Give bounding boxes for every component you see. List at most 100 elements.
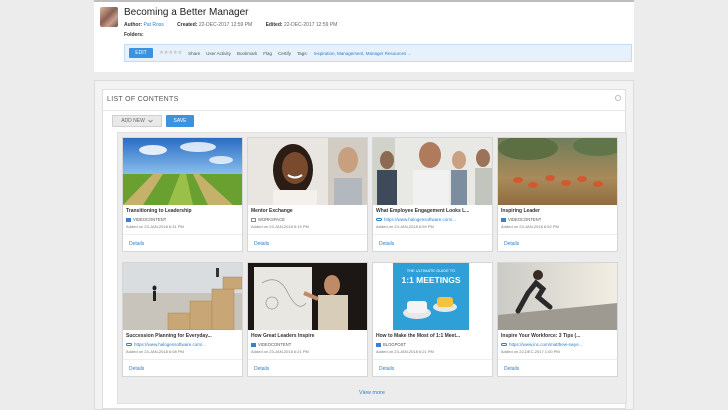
rating-stars[interactable]: ★★★★★ — [159, 50, 182, 56]
link-icon — [126, 343, 132, 346]
list-title: LIST OF CONTENTS — [107, 96, 179, 103]
content-tile[interactable]: Inspire Your Workforce: 3 Tips (... http… — [497, 262, 618, 377]
tile-thumbnail-stairs-boxes[interactable] — [123, 263, 242, 330]
view-more-link[interactable]: View more — [118, 390, 626, 396]
tile-url[interactable]: https://www.halogensoftware.com/... — [384, 217, 456, 222]
tile-divider — [248, 359, 367, 360]
tile-type[interactable]: https://www.inc.com/matthew-swye... — [501, 342, 583, 347]
content-tile[interactable]: Transitioning to Leadership VIDEOCONTENT… — [122, 137, 243, 252]
flag-link[interactable]: Flag — [263, 51, 272, 56]
tile-date: Added on 23-JAN-2018 6:21 PM — [376, 349, 434, 354]
user-activity-link[interactable]: User Activity — [206, 51, 231, 56]
bookmark-link[interactable]: Bookmark — [237, 51, 257, 56]
video-icon — [251, 342, 256, 347]
content-tile[interactable]: Mentor Exchange WORKSPACE Added on 23-JA… — [247, 137, 368, 252]
tile-title[interactable]: Succession Planning for Everyday... — [126, 333, 241, 339]
tile-date: Added on 23-JAN-2018 6:52 PM — [501, 224, 559, 229]
add-new-dropdown[interactable]: ADD NEW — [112, 115, 162, 127]
tile-type: VIDEOCONTENT — [501, 217, 541, 222]
tile-thumbnail-meetings-guide[interactable]: THE ULTIMATE GUIDE TO 1:1 MEETINGS — [373, 263, 492, 330]
link-icon — [501, 343, 507, 346]
created-label: Created: — [177, 22, 198, 28]
tags-label: Tags: — [296, 50, 308, 56]
tile-type[interactable]: https://www.halogensoftware.com/... — [126, 342, 206, 347]
tile-title[interactable]: Inspire Your Workforce: 3 Tips (... — [501, 333, 616, 339]
video-icon — [501, 217, 506, 222]
guide-top-text: THE ULTIMATE GUIDE TO — [407, 268, 456, 273]
author-label: Author: — [124, 22, 143, 28]
details-link[interactable]: Details — [379, 366, 394, 372]
page-title: Becoming a Better Manager — [124, 7, 249, 18]
tile-url[interactable]: https://www.halogensoftware.com/... — [134, 342, 206, 347]
tile-thumbnail-flamingos[interactable] — [498, 138, 617, 205]
tile-type: BLOGPOST — [376, 342, 406, 347]
save-button[interactable]: SAVE — [166, 115, 194, 127]
tile-type: VIDEOCONTENT — [126, 217, 166, 222]
blog-icon — [376, 342, 381, 347]
content-tile[interactable]: What Employee Engagement Looks L... http… — [372, 137, 493, 252]
tile-type: VIDEOCONTENT — [251, 342, 291, 347]
content-tile[interactable]: Inspiring Leader VIDEOCONTENT Added on 2… — [497, 137, 618, 252]
resource-meta: Author: Pat Ross Created: 22-DEC-2017 12… — [124, 22, 349, 28]
tile-title[interactable]: Inspiring Leader — [501, 208, 616, 214]
details-link[interactable]: Details — [129, 366, 144, 372]
tile-thumbnail-office-team[interactable] — [373, 138, 492, 205]
tile-url[interactable]: https://www.inc.com/matthew-swye... — [509, 342, 583, 347]
tile-thumbnail-presenter[interactable] — [248, 263, 367, 330]
tile-divider — [123, 234, 242, 235]
tile-type-label: VIDEOCONTENT — [508, 217, 542, 222]
settings-gear-icon[interactable] — [615, 95, 621, 101]
details-link[interactable]: Details — [254, 241, 269, 247]
chevron-down-icon — [148, 119, 153, 123]
tile-title[interactable]: How Great Leaders Inspire — [251, 333, 366, 339]
video-icon — [126, 217, 131, 222]
content-tile[interactable]: How Great Leaders Inspire VIDEOCONTENT A… — [247, 262, 368, 377]
tile-date: Added on 23-JAN-2018 6:08 PM — [126, 349, 184, 354]
author-link[interactable]: Pat Ross — [143, 22, 163, 28]
list-of-contents-card: LIST OF CONTENTS ADD NEW SAVE Transition… — [94, 80, 634, 410]
created-value: 22-DEC-2017 12:59 PM — [198, 22, 253, 28]
details-link[interactable]: Details — [504, 241, 519, 247]
tile-title[interactable]: Transitioning to Leadership — [126, 208, 241, 214]
divider — [103, 110, 625, 111]
tile-title[interactable]: How to Make the Most of 1:1 Meet... — [376, 333, 491, 339]
details-link[interactable]: Details — [379, 241, 394, 247]
tile-type-label: WORKSPACE — [258, 217, 285, 222]
details-link[interactable]: Details — [504, 366, 519, 372]
workspace-icon — [251, 217, 256, 222]
share-link[interactable]: Share — [188, 51, 200, 56]
tile-divider — [123, 359, 242, 360]
edit-button[interactable]: EDIT — [129, 48, 153, 58]
tile-type[interactable]: https://www.halogensoftware.com/... — [376, 217, 456, 222]
tile-divider — [498, 359, 617, 360]
tags-list[interactable]: Inspiration, Management, Manager Resourc… — [314, 51, 412, 56]
add-new-label: ADD NEW — [121, 118, 145, 124]
guide-big-text: 1:1 MEETINGS — [401, 275, 460, 285]
tile-type-label: VIDEOCONTENT — [133, 217, 167, 222]
content-tile[interactable]: THE ULTIMATE GUIDE TO 1:1 MEETINGS How t… — [372, 262, 493, 377]
edited-label: Edited: — [265, 22, 283, 28]
tile-date: Added on 22-DEC-2017 1:00 PM — [501, 349, 560, 354]
tile-date: Added on 23-JAN-2018 6:21 PM — [251, 349, 309, 354]
content-tile[interactable]: Succession Planning for Everyday... http… — [122, 262, 243, 377]
edited-value: 22-DEC-2017 12:59 PM — [283, 22, 338, 28]
author-avatar[interactable] — [100, 7, 118, 27]
tile-divider — [373, 359, 492, 360]
tile-date: Added on 23-JAN-2018 6:31 PM — [126, 224, 184, 229]
tile-thumbnail-smiling-people[interactable] — [248, 138, 367, 205]
tile-thumbnail-runner[interactable] — [498, 263, 617, 330]
action-toolbar: EDIT ★★★★★ Share User Activity Bookmark … — [124, 44, 632, 62]
tile-type: WORKSPACE — [251, 217, 285, 222]
tile-date: Added on 23-JAN-2018 6:19 PM — [251, 224, 309, 229]
tile-date: Added on 23-JAN-2018 6:59 PM — [376, 224, 434, 229]
tile-thumbnail-field-road[interactable] — [123, 138, 242, 205]
tile-title[interactable]: Mentor Exchange — [251, 208, 366, 214]
tile-type-label: VIDEOCONTENT — [258, 342, 292, 347]
tile-divider — [373, 234, 492, 235]
tile-title[interactable]: What Employee Engagement Looks L... — [376, 208, 491, 214]
certify-link[interactable]: Certify — [278, 51, 291, 56]
details-link[interactable]: Details — [254, 366, 269, 372]
details-link[interactable]: Details — [129, 241, 144, 247]
tile-divider — [498, 234, 617, 235]
folders-label: Folders: — [124, 32, 144, 38]
